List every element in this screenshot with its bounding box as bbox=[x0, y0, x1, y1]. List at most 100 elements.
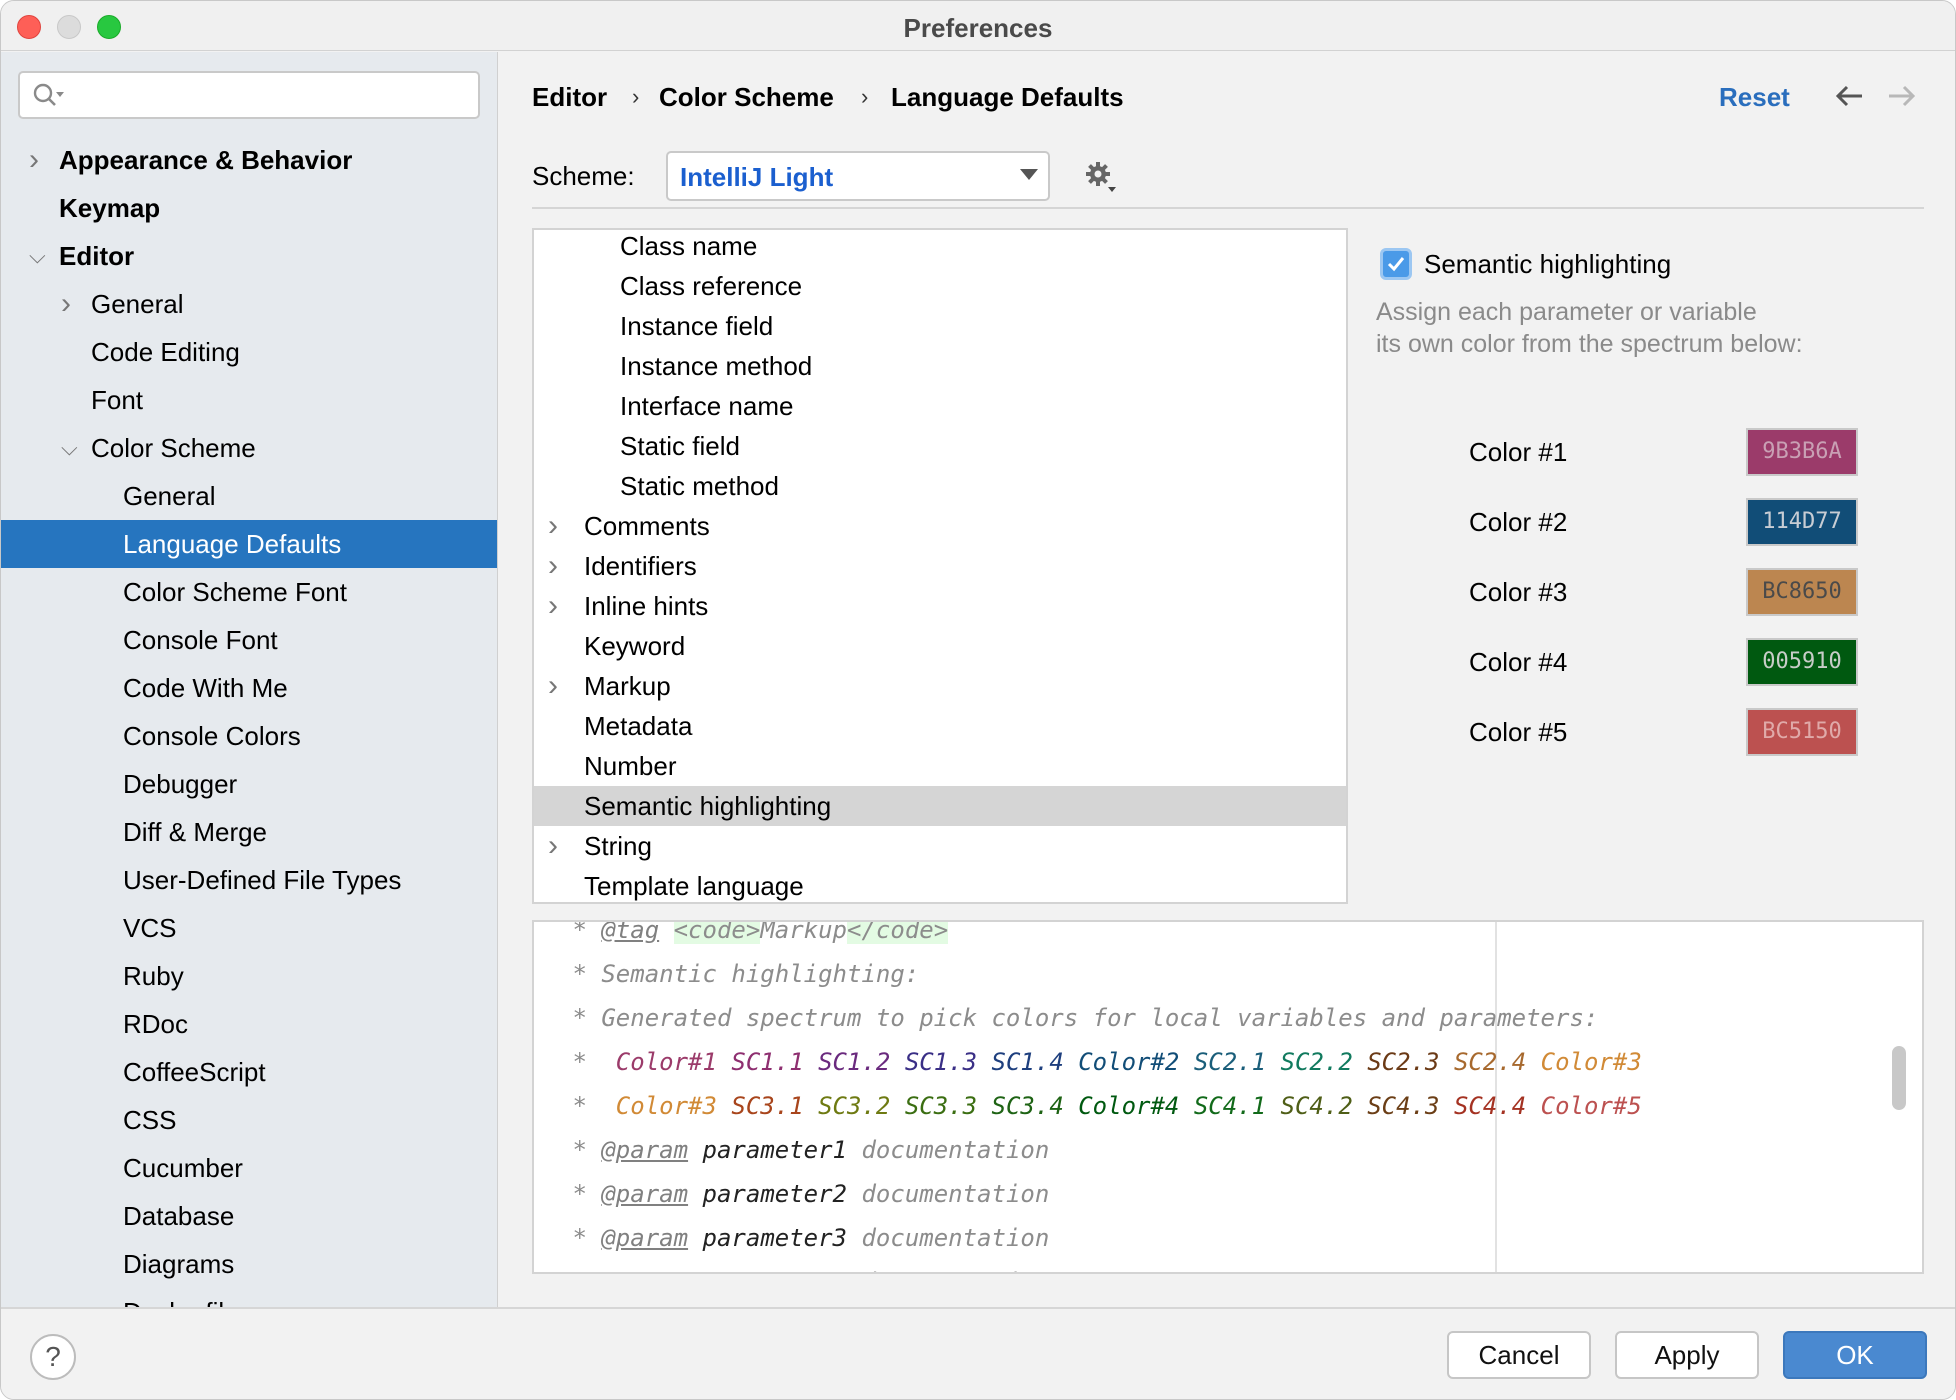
title-bar: Preferences bbox=[1, 1, 1955, 51]
sidebar-item-label: General bbox=[91, 289, 184, 319]
tree-item[interactable]: Class reference bbox=[534, 266, 1346, 306]
sidebar-item[interactable]: Console Colors bbox=[1, 712, 497, 760]
chevron-right-icon[interactable]: › bbox=[548, 586, 558, 626]
code-token: parameter1 bbox=[702, 1136, 848, 1164]
sidebar-item[interactable]: Cucumber bbox=[1, 1144, 497, 1192]
tree-item[interactable]: Template language bbox=[534, 866, 1346, 902]
code-token: * bbox=[558, 1136, 602, 1164]
tree-item[interactable]: › String bbox=[534, 826, 1346, 866]
code-line: * @param parameter1 documentation bbox=[558, 1128, 1049, 1172]
cancel-button[interactable]: Cancel bbox=[1447, 1331, 1591, 1379]
window-title: Preferences bbox=[903, 13, 1053, 43]
sidebar-item[interactable]: › General bbox=[1, 280, 497, 328]
sidebar-item[interactable]: ⌵ Color Scheme bbox=[1, 424, 497, 472]
color-swatch[interactable]: BC5150 bbox=[1746, 708, 1858, 756]
sidebar-item[interactable]: Diff & Merge bbox=[1, 808, 497, 856]
attributes-tree[interactable]: Class name Class reference Instance field I… bbox=[532, 228, 1348, 904]
sidebar-item[interactable]: Database bbox=[1, 1192, 497, 1240]
code-line: * Generated spectrum to pick colors for … bbox=[558, 996, 1598, 1040]
tree-item[interactable]: › Identifiers bbox=[534, 546, 1346, 586]
tree-item[interactable]: Class name bbox=[534, 230, 1346, 266]
color-row: Color #2 114D77 bbox=[1376, 498, 1936, 546]
settings-search-input[interactable] bbox=[18, 71, 480, 119]
tree-item[interactable]: › Markup bbox=[534, 666, 1346, 706]
sidebar-item[interactable]: General bbox=[1, 472, 497, 520]
chevron-down-icon bbox=[1020, 169, 1038, 180]
tree-item-label: Instance method bbox=[620, 351, 813, 381]
sidebar-item[interactable]: Code Editing bbox=[1, 328, 497, 376]
sidebar-item[interactable]: Font bbox=[1, 376, 497, 424]
sidebar-item[interactable]: Diagrams bbox=[1, 1240, 497, 1288]
tree-item[interactable]: Instance method bbox=[534, 346, 1346, 386]
chevron-right-icon[interactable]: › bbox=[548, 826, 558, 866]
semantic-highlighting-label[interactable]: Semantic highlighting bbox=[1424, 246, 1671, 282]
gear-icon[interactable] bbox=[1084, 160, 1118, 194]
help-button[interactable]: ? bbox=[30, 1334, 76, 1380]
color-swatch[interactable]: 114D77 bbox=[1746, 498, 1858, 546]
chevron-right-icon[interactable]: › bbox=[548, 546, 558, 586]
sidebar-item-label: Diagrams bbox=[123, 1249, 235, 1279]
sidebar-item[interactable]: Color Scheme Font bbox=[1, 568, 497, 616]
sidebar-item[interactable]: Console Font bbox=[1, 616, 497, 664]
tree-item[interactable]: › Comments bbox=[534, 506, 1346, 546]
sidebar-item[interactable]: › Appearance & Behavior bbox=[1, 136, 497, 184]
code-preview[interactable]: * @tag <code>Markup</code> * Semantic hi… bbox=[532, 920, 1924, 1274]
sidebar-item[interactable]: VCS bbox=[1, 904, 497, 952]
tree-item[interactable]: Keyword bbox=[534, 626, 1346, 666]
arrow-right-icon[interactable] bbox=[1887, 84, 1917, 108]
sidebar-item[interactable]: Keymap bbox=[1, 184, 497, 232]
tree-item-label: Keyword bbox=[584, 631, 686, 661]
breadcrumb-item[interactable]: Editor bbox=[532, 80, 607, 114]
sidebar-item[interactable]: Debugger bbox=[1, 760, 497, 808]
chevron-right-icon[interactable]: › bbox=[61, 280, 81, 328]
color-row: Color #3 BC8650 bbox=[1376, 568, 1936, 616]
tree-item[interactable]: Static field bbox=[534, 426, 1346, 466]
chevron-right-icon[interactable]: › bbox=[548, 666, 558, 706]
tree-item[interactable]: Instance field bbox=[534, 306, 1346, 346]
apply-button[interactable]: Apply bbox=[1615, 1331, 1759, 1379]
color-swatch[interactable]: BC8650 bbox=[1746, 568, 1858, 616]
chevron-right-icon[interactable]: › bbox=[29, 136, 49, 184]
reset-link[interactable]: Reset bbox=[1719, 80, 1790, 114]
tree-item[interactable]: Static method bbox=[534, 466, 1346, 506]
sidebar-item[interactable]: ⌵ Editor bbox=[1, 232, 497, 280]
code-token: documentation bbox=[847, 1268, 1049, 1272]
scheme-dropdown[interactable]: IntelliJ Light bbox=[666, 151, 1050, 201]
tree-item[interactable]: Semantic highlighting bbox=[534, 786, 1346, 826]
sidebar-item-label: VCS bbox=[123, 913, 177, 943]
sidebar-item[interactable]: CoffeeScript bbox=[1, 1048, 497, 1096]
sidebar-item-label: Debugger bbox=[123, 769, 238, 799]
code-line: * Color#3 SC3.1 SC3.2 SC3.3 SC3.4 Color#… bbox=[558, 1084, 1641, 1128]
code-token: * bbox=[558, 920, 602, 944]
sidebar-item[interactable]: CSS bbox=[1, 1096, 497, 1144]
tree-item[interactable]: Metadata bbox=[534, 706, 1346, 746]
sidebar-item[interactable]: Code With Me bbox=[1, 664, 497, 712]
sidebar-item-label: Font bbox=[91, 385, 144, 415]
chevron-right-icon[interactable]: › bbox=[548, 506, 558, 546]
sidebar-item-label: Cucumber bbox=[123, 1153, 243, 1183]
sidebar-item[interactable]: Ruby bbox=[1, 952, 497, 1000]
chevron-down-icon[interactable]: ⌵ bbox=[29, 232, 49, 280]
chevron-down-icon[interactable]: ⌵ bbox=[61, 424, 81, 472]
sidebar-item[interactable]: Dockerfile bbox=[1, 1288, 497, 1307]
ok-button[interactable]: OK bbox=[1783, 1331, 1927, 1379]
color-swatch[interactable]: 005910 bbox=[1746, 638, 1858, 686]
preview-scrollbar[interactable] bbox=[1892, 1046, 1906, 1110]
semantic-highlighting-checkbox[interactable] bbox=[1380, 248, 1412, 280]
sidebar-item[interactable]: User-Defined File Types bbox=[1, 856, 497, 904]
code-line: * Semantic highlighting: bbox=[558, 952, 919, 996]
tree-item[interactable]: Interface name bbox=[534, 386, 1346, 426]
sidebar-item[interactable]: Language Defaults bbox=[1, 520, 497, 568]
tree-item[interactable]: › Inline hints bbox=[534, 586, 1346, 626]
breadcrumb-item[interactable]: Color Scheme bbox=[659, 80, 834, 114]
color-swatch[interactable]: 9B3B6A bbox=[1746, 428, 1858, 476]
sidebar-item[interactable]: RDoc bbox=[1, 1000, 497, 1048]
arrow-left-icon[interactable] bbox=[1834, 84, 1864, 108]
tree-item[interactable]: Number bbox=[534, 746, 1346, 786]
